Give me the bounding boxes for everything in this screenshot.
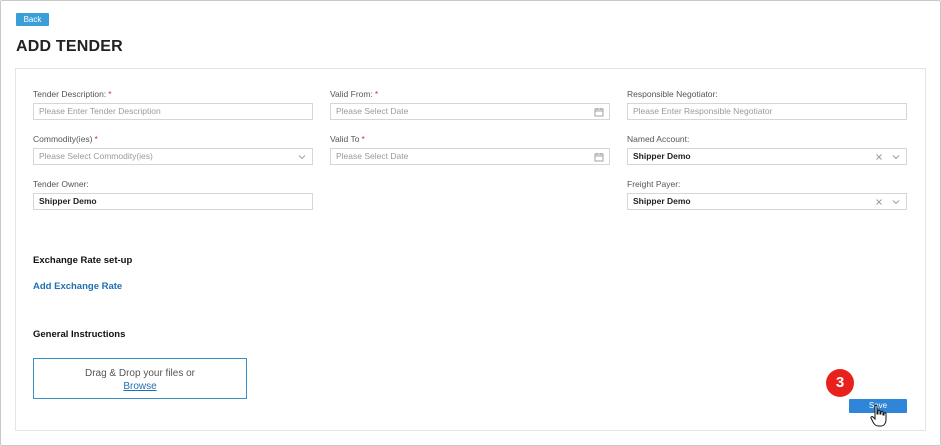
chevron-down-icon	[892, 200, 900, 205]
general-instructions-heading: General Instructions	[33, 329, 126, 340]
hand-cursor-icon	[870, 404, 887, 427]
tender-owner-label: Tender Owner:	[33, 179, 89, 189]
responsible-negotiator-label: Responsible Negotiator:	[627, 89, 718, 99]
back-button[interactable]: Back	[16, 13, 49, 26]
browse-link[interactable]: Browse	[34, 380, 246, 393]
named-account-label: Named Account:	[627, 134, 690, 144]
tender-description-label: Tender Description: *	[33, 89, 112, 99]
step-badge: 3	[826, 369, 854, 397]
add-exchange-rate-link[interactable]: Add Exchange Rate	[33, 281, 122, 292]
exchange-rate-heading: Exchange Rate set-up	[33, 255, 133, 266]
valid-to-label: Valid To *	[330, 134, 365, 144]
responsible-negotiator-input[interactable]: Please Enter Responsible Negotiator	[627, 103, 907, 120]
freight-payer-label: Freight Payer:	[627, 179, 681, 189]
clear-icon[interactable]	[874, 152, 884, 162]
chevron-down-icon	[298, 155, 306, 160]
freight-payer-select[interactable]: Shipper Demo	[627, 193, 907, 210]
named-account-select[interactable]: Shipper Demo	[627, 148, 907, 165]
page-title: ADD TENDER	[16, 38, 123, 55]
calendar-icon	[594, 108, 604, 117]
valid-from-label: Valid From: *	[330, 89, 379, 99]
commodities-select[interactable]: Please Select Commodity(ies)	[33, 148, 313, 165]
valid-to-datepicker[interactable]: Please Select Date	[330, 148, 610, 165]
commodities-label: Commodity(ies) *	[33, 134, 98, 144]
tender-description-input[interactable]: Please Enter Tender Description	[33, 103, 313, 120]
chevron-down-icon	[892, 155, 900, 160]
tender-owner-input[interactable]: Shipper Demo	[33, 193, 313, 210]
calendar-icon	[594, 153, 604, 162]
file-dropzone[interactable]: Drag & Drop your files or Browse	[33, 358, 247, 399]
dropzone-text: Drag & Drop your files or	[84, 368, 196, 379]
clear-icon[interactable]	[874, 197, 884, 207]
valid-from-datepicker[interactable]: Please Select Date	[330, 103, 610, 120]
